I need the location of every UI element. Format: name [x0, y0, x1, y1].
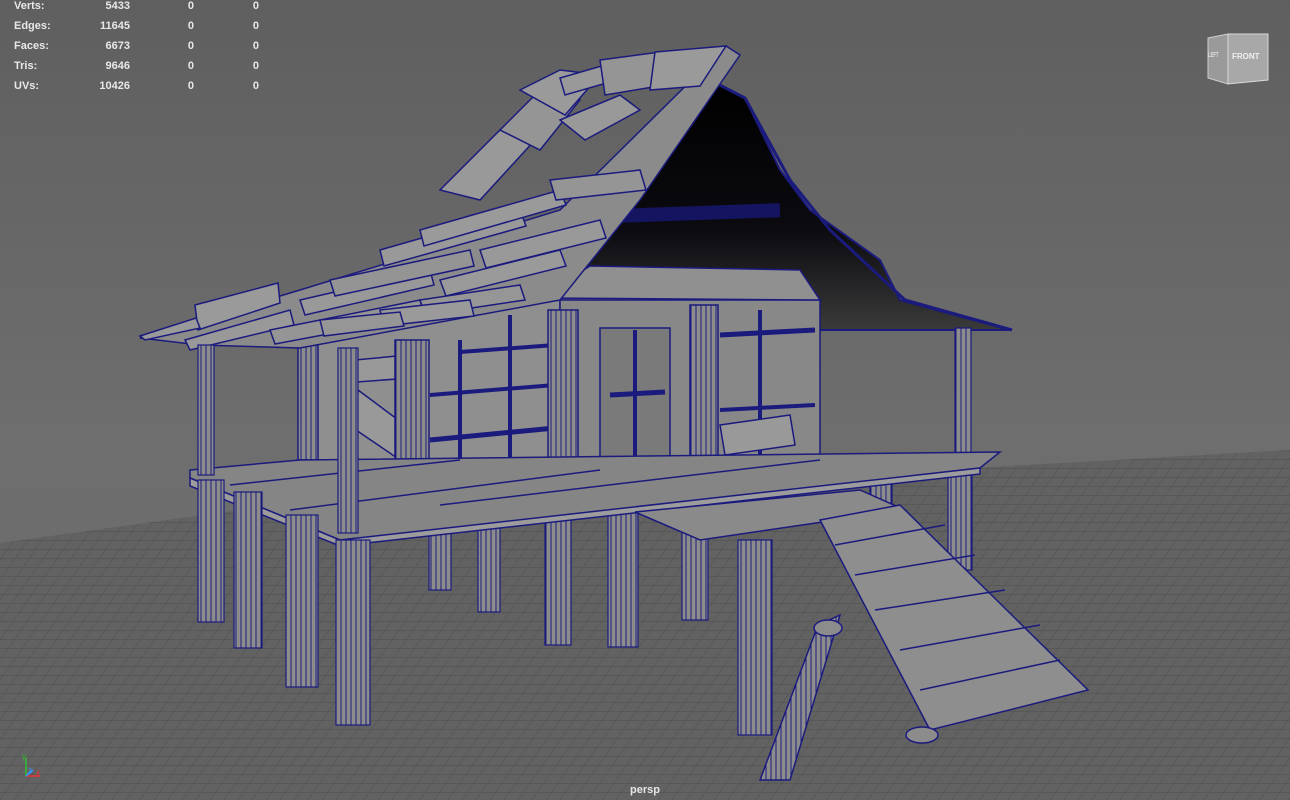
hud-label: Faces: [14, 40, 49, 52]
hud-label: UVs: [14, 80, 40, 92]
hud-value: 6673 [105, 40, 130, 52]
hud-value: 0 [252, 20, 259, 32]
perspective-viewport[interactable] [0, 0, 1290, 800]
camera-name-label: persp [630, 784, 660, 796]
hud-value: 0 [252, 40, 259, 52]
axis-x-label: x [36, 768, 40, 777]
viewcube-front-label[interactable]: FRONT [1232, 52, 1260, 61]
axis-y-label: y [22, 752, 26, 761]
hud-label: Verts: [14, 0, 45, 12]
hud-value: 0 [187, 60, 194, 72]
hud-value: 0 [252, 0, 259, 12]
hud-value: 0 [187, 20, 194, 32]
hud-value: 0 [187, 0, 194, 12]
hud-value: 0 [187, 80, 194, 92]
hud-value: 0 [252, 60, 259, 72]
hud-label: Tris: [14, 60, 38, 72]
hud-label: Edges: [14, 20, 51, 32]
hud-value: 0 [187, 40, 194, 52]
hud-value: 0 [252, 80, 259, 92]
hud-value: 10426 [99, 80, 130, 92]
hud-value: 11645 [100, 20, 130, 32]
hud-value: 5433 [105, 0, 130, 12]
viewcube-left-label[interactable]: LEFT [1208, 52, 1219, 59]
porch-post-right [954, 327, 972, 469]
hud-value: 9646 [105, 60, 130, 72]
axis-z-label: z [28, 766, 32, 775]
